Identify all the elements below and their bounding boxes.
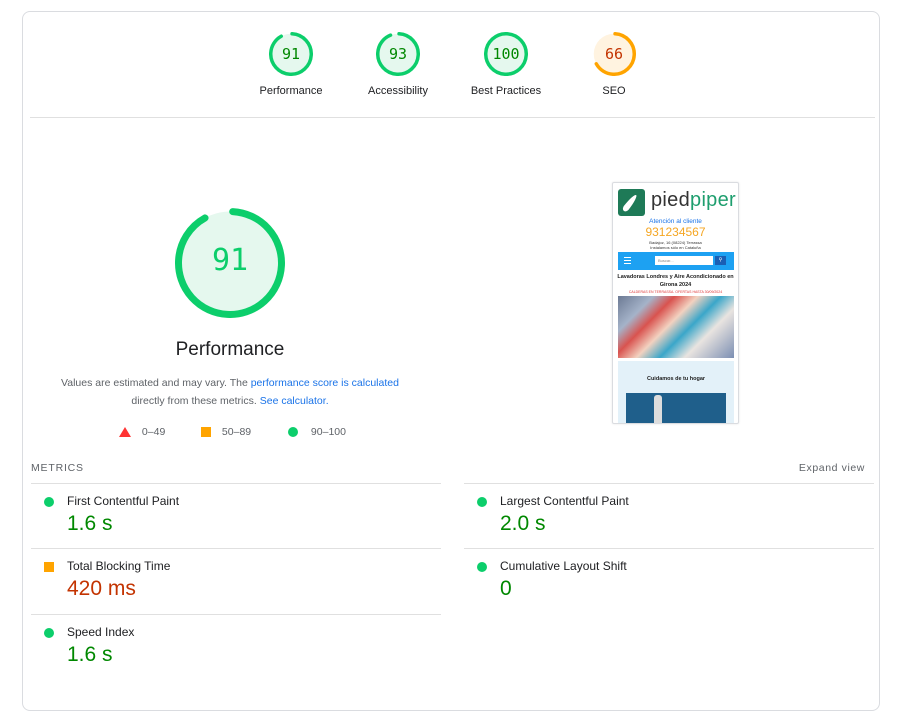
legend-range: 50–89 [221,426,252,439]
metric-value: 1.6 s [67,643,113,666]
hero-image [618,296,734,358]
brand-name: piedpiper [651,189,736,212]
gauge-score: 66 [604,45,624,63]
address: Badajoz, 16 (08224) Terrassa Instalamos s… [613,240,738,250]
site-search-input: Buscar... [655,256,713,265]
see-calculator-link[interactable]: See calculator. [260,395,329,407]
metric-name: Speed Index [67,625,135,639]
circle-icon [44,628,54,638]
score-calculated-link[interactable]: performance score is calculated [251,377,399,389]
section-title: Cuidamos de tu hogar [646,376,706,382]
gauge-label: Best Practices [470,85,542,97]
legend-pass: 90–100 [288,426,346,438]
metric-largest-contentful-paint: Largest Contentful Paint 2.0 s [464,483,874,549]
site-headline: Lavadoras Londres y Aire Acondicionado e… [617,274,734,288]
desc-text: Values are estimated and may vary. The [61,377,251,389]
divider [30,117,875,118]
site-section: Cuidamos de tu hogar [618,361,734,423]
search-icon: ⚲ [715,256,726,265]
gauge-label: Performance [259,85,323,97]
gauge-score: 93 [388,45,408,63]
gauge-ring: 91 [269,32,313,76]
legend-fail: 0–49 [119,426,165,438]
attention-label: Atención al cliente [649,218,702,225]
square-icon [44,562,54,572]
metric-total-blocking-time: Total Blocking Time 420 ms [31,548,441,614]
gauge-score: 91 [281,45,301,63]
metric-name: Cumulative Layout Shift [500,559,627,573]
site-promo: CALDERAS EN TERRASSA. OFERTAS HASTA 30/0… [628,290,723,294]
brand-logo-icon [618,189,645,216]
circle-icon [477,562,487,572]
site-navbar: Buscar... ⚲ [618,252,734,270]
metric-speed-index: Speed Index 1.6 s [31,614,441,680]
square-icon [201,427,211,438]
legend-range: 0–49 [141,426,166,439]
metric-first-contentful-paint: First Contentful Paint 1.6 s [31,483,441,549]
metric-value: 0 [500,577,512,600]
circle-icon [477,497,487,507]
desc-text: directly from these metrics. [131,395,260,407]
gauge-seo[interactable]: 66 SEO [566,32,662,97]
gauge-accessibility[interactable]: 93 Accessibility [350,32,446,97]
metrics-heading: METRICS [31,462,84,474]
performance-gauge-large: 91 [175,207,285,318]
gauge-ring: 66 [592,32,636,76]
metric-value: 1.6 s [67,512,113,535]
performance-score: 91 [211,243,249,278]
metric-cumulative-layout-shift: Cumulative Layout Shift 0 [464,548,874,614]
performance-title: Performance [175,339,285,360]
gauge-ring: 93 [376,32,420,76]
address-line: Instalamos sólo en Cataluña [650,245,701,250]
legend-average: 50–89 [201,426,251,438]
expand-view-button[interactable]: Expand view [799,462,865,474]
legend-range: 90–100 [310,426,346,439]
gauge-label: SEO [602,85,626,97]
metric-value: 2.0 s [500,512,546,535]
category-gauges: 91 Performance 93 Accessibility 100 Best… [23,12,879,118]
gauge-performance[interactable]: 91 Performance [243,32,339,97]
menu-icon [624,257,631,258]
page-screenshot-thumbnail[interactable]: piedpiper Atención al cliente 931234567 … [612,182,739,424]
gauge-ring: 100 [484,32,528,76]
metric-value: 420 ms [67,577,136,600]
score-description: Values are estimated and may vary. The p… [45,374,415,410]
brand-part: pied [651,189,691,211]
circle-icon [288,427,298,438]
report-card: 91 Performance 93 Accessibility 100 Best… [22,11,880,711]
section-image [626,393,726,423]
triangle-icon [119,427,131,438]
circle-icon [44,497,54,507]
gauge-label: Accessibility [368,85,428,97]
metric-name: First Contentful Paint [67,494,180,508]
metric-name: Largest Contentful Paint [500,494,629,508]
metric-name: Total Blocking Time [67,559,171,573]
gauge-score: 100 [492,45,520,63]
phone-number: 931234567 [645,225,706,239]
gauge-best-practices[interactable]: 100 Best Practices [458,32,554,97]
brand-part: piper [690,189,736,211]
